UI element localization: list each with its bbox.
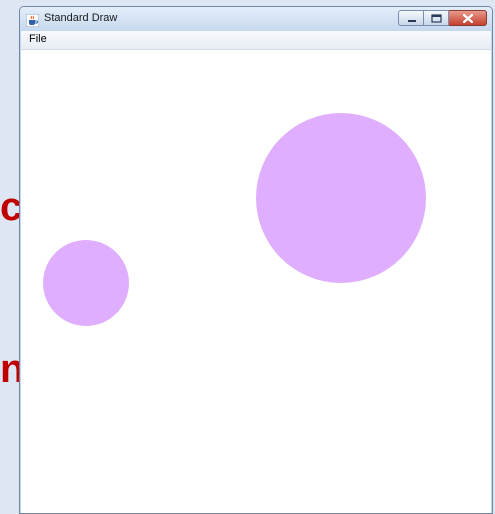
close-icon (462, 13, 474, 24)
small-filled-circle (43, 240, 129, 326)
menu-bar: File (21, 31, 491, 50)
maximize-button[interactable] (424, 10, 449, 26)
large-filled-circle (256, 113, 426, 283)
close-button[interactable] (449, 10, 487, 26)
minimize-button[interactable] (398, 10, 424, 26)
java-coffee-cup-icon (25, 12, 40, 28)
standard-draw-window: Standard Draw File (19, 6, 493, 514)
drawing-canvas[interactable] (21, 50, 491, 513)
maximize-icon (431, 14, 442, 23)
menu-file[interactable]: File (27, 33, 49, 45)
window-title: Standard Draw (44, 12, 118, 24)
title-bar[interactable]: Standard Draw (20, 7, 492, 31)
minimize-icon (408, 20, 416, 22)
